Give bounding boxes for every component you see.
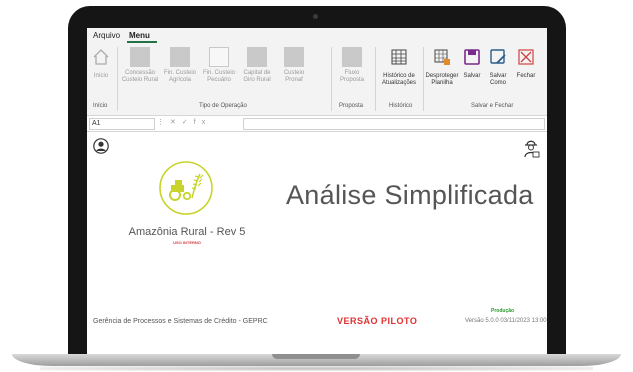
laptop-lid: Arquivo Menu Início Concessão Custeio Ru… <box>68 6 566 354</box>
user-icon[interactable] <box>93 138 109 154</box>
formula-input[interactable] <box>243 118 545 130</box>
fin-agricola-button[interactable]: Fin. Custeio Agrícola <box>161 47 199 84</box>
concessao-icon <box>130 47 150 67</box>
custeio-pronaf-button[interactable]: Custeio Pronaf <box>277 47 311 84</box>
menu-arquivo[interactable]: Arquivo <box>93 31 120 40</box>
capital-giro-button[interactable]: Capital de Giro Rural <box>239 47 275 84</box>
fin-pecuario-button[interactable]: Fin. Custeio Pecuário <box>200 47 238 84</box>
group-label-salvar: Salvar e Fechar <box>471 103 514 109</box>
pilot-version-badge: VERSÃO PILOTO <box>337 316 418 326</box>
save-icon <box>464 49 480 65</box>
salvar-button[interactable]: Salvar <box>460 47 484 80</box>
more-icon: ⋮ <box>157 119 170 126</box>
logo-subtitle: USO INTERNO <box>173 240 201 245</box>
salvar-label: Salvar <box>463 73 481 79</box>
footer-department: Gerência de Processos e Sistemas de Créd… <box>93 318 268 325</box>
desproteger-button[interactable]: Desproteger Planilha <box>425 47 459 87</box>
menu-bar: Arquivo Menu <box>87 28 547 43</box>
fechar-label: Fechar <box>516 73 536 79</box>
group-separator <box>117 47 118 111</box>
group-label-tipo: Tipo de Operação <box>199 103 247 109</box>
unlock-sheet-icon <box>434 49 450 65</box>
camera-icon <box>313 14 318 19</box>
fin-pecuario-icon <box>209 47 229 67</box>
group-label-inicio: Início <box>93 103 108 109</box>
home-icon <box>93 49 109 65</box>
page-title: Análise Simplificada <box>286 180 534 210</box>
ribbon: Início Concessão Custeio Rural Fin. Cust… <box>87 43 547 116</box>
amazonia-rural-logo <box>159 161 213 215</box>
group-separator <box>375 47 376 111</box>
confirm-icon: ✓ <box>181 119 194 126</box>
fin-agricola-label: Fin. Custeio Agrícola <box>163 70 196 83</box>
fin-agricola-icon <box>170 47 190 67</box>
menu-menu[interactable]: Menu <box>129 31 150 40</box>
sheet-area: Amazônia Rural - Rev 5 USO INTERNO Análi… <box>87 132 547 354</box>
laptop-screen: Arquivo Menu Início Concessão Custeio Ru… <box>87 28 547 354</box>
salvar-como-button[interactable]: Salvar Como <box>485 47 511 87</box>
desproteger-label: Desproteger Planilha <box>425 73 459 86</box>
fx-icon: fx <box>193 119 212 126</box>
capital-giro-label: Capital de Giro Rural <box>243 70 271 83</box>
name-box[interactable]: A1 <box>89 118 155 130</box>
group-separator <box>331 47 332 111</box>
concessao-label: Concessão Custeio Rural <box>121 70 159 83</box>
fluxo-label: Fluxo Proposta <box>339 70 364 83</box>
capital-giro-icon <box>247 47 267 67</box>
group-label-historico: Histórico <box>389 103 413 109</box>
formula-controls: ⋮✕✓fx <box>157 118 211 126</box>
salvar-como-label: Salvar Como <box>489 73 507 86</box>
custeio-pronaf-label: Custeio Pronaf <box>283 70 305 83</box>
group-separator <box>423 47 424 111</box>
group-label-proposta: Proposta <box>339 103 364 109</box>
farmer-icon <box>524 140 540 158</box>
formula-bar: A1 ⋮✕✓fx <box>87 116 547 132</box>
historico-label: Histórico de Atualizações <box>381 73 417 86</box>
inicio-label: Início <box>93 73 109 79</box>
table-icon <box>391 49 407 65</box>
historico-button[interactable]: Histórico de Atualizações <box>379 47 419 87</box>
fin-pecuario-label: Fin. Custeio Pecuário <box>202 70 235 83</box>
laptop-notch <box>272 354 360 359</box>
version-label: Versão 5.0.0 03/11/2023 13:00 <box>465 318 547 324</box>
save-as-icon <box>490 49 506 64</box>
inicio-button[interactable]: Início <box>89 47 113 80</box>
custeio-pronaf-icon <box>284 47 304 67</box>
cancel-icon: ✕ <box>170 119 182 126</box>
fechar-button[interactable]: Fechar <box>513 47 539 80</box>
fluxo-proposta-button[interactable]: Fluxo Proposta <box>335 47 369 84</box>
concessao-button[interactable]: Concessão Custeio Rural <box>121 47 159 84</box>
environment-label: Produção <box>491 308 515 314</box>
logo-title: Amazônia Rural - Rev 5 <box>128 226 246 238</box>
fluxo-icon <box>342 47 362 67</box>
laptop-shadow <box>40 366 593 371</box>
close-icon <box>518 49 534 65</box>
